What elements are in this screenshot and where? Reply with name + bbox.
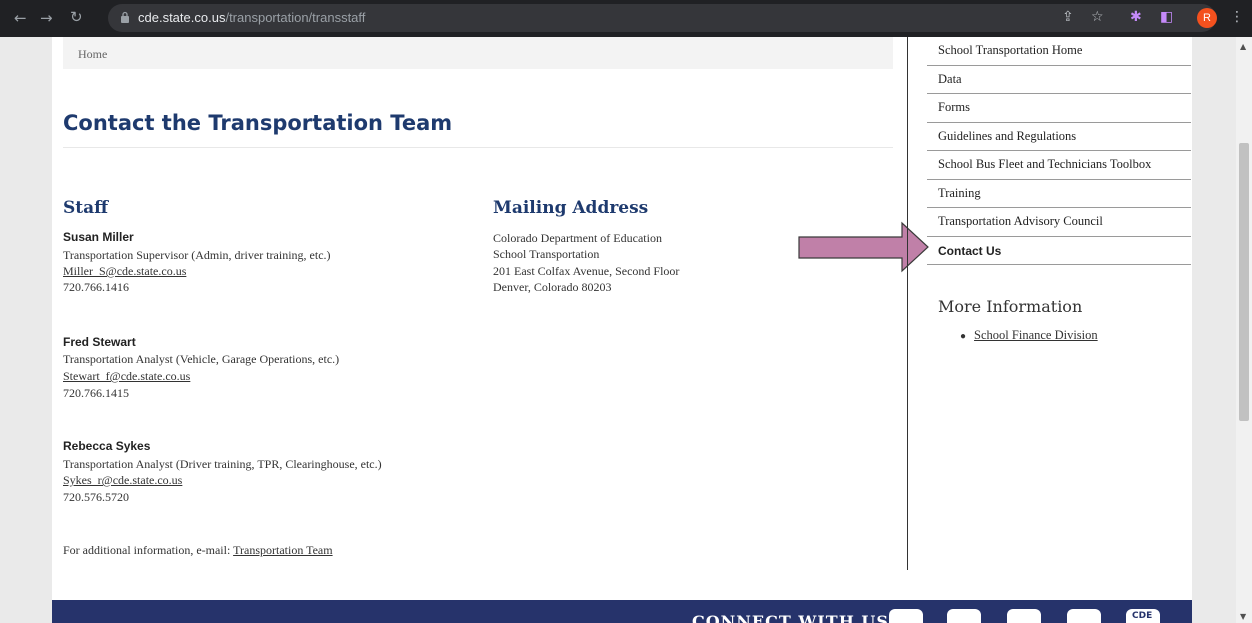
page-title: Contact the Transportation Team <box>63 111 453 135</box>
staff-name: Fred Stewart <box>63 335 136 349</box>
share-icon[interactable]: ⇪ <box>1062 9 1074 25</box>
star-icon[interactable]: ☆ <box>1091 9 1104 25</box>
browser-toolbar: ← → ↻ cde.state.co.us/transportation/tra… <box>0 0 1252 37</box>
title-divider <box>63 147 893 148</box>
more-info-heading: More Information <box>938 297 1083 316</box>
menu-icon[interactable]: ⋮ <box>1230 9 1244 25</box>
reload-icon[interactable]: ↻ <box>70 8 83 26</box>
facebook-icon[interactable] <box>947 609 981 623</box>
scroll-down-icon[interactable]: ▼ <box>1240 612 1246 621</box>
twitter-icon[interactable] <box>889 609 923 623</box>
avatar[interactable]: R <box>1197 8 1217 28</box>
breadcrumb-home[interactable]: Home <box>78 47 107 62</box>
staff-role: Transportation Supervisor (Admin, driver… <box>63 248 331 262</box>
sidebar-item-fleet-toolbox[interactable]: School Bus Fleet and Technicians Toolbox <box>927 151 1191 180</box>
staff-email-link[interactable]: Stewart_f@cde.state.co.us <box>63 368 190 384</box>
sidepanel-icon[interactable]: ◧ <box>1160 9 1173 25</box>
mailing-line: School Transportation <box>493 247 600 261</box>
staff-role: Transportation Analyst (Vehicle, Garage … <box>63 352 340 366</box>
scroll-up-icon[interactable]: ▲ <box>1240 42 1246 51</box>
staff-name: Rebecca Sykes <box>63 439 151 453</box>
lock-icon <box>121 11 129 23</box>
email-icon[interactable] <box>1067 609 1101 623</box>
forward-icon[interactable]: → <box>40 9 53 27</box>
mailing-line: Denver, Colorado 80203 <box>493 280 612 294</box>
staff-email-link[interactable]: Sykes_r@cde.state.co.us <box>63 472 182 488</box>
scrollbar-thumb[interactable] <box>1239 143 1249 421</box>
extensions-icon[interactable]: ✱ <box>1130 9 1142 25</box>
sidebar-item-advisory-council[interactable]: Transportation Advisory Council <box>927 208 1191 237</box>
sidebar-item-school-transportation-home[interactable]: School Transportation Home <box>927 37 1191 66</box>
staff-phone: 720.766.1415 <box>63 386 129 400</box>
sidebar-item-training[interactable]: Training <box>927 180 1191 208</box>
connect-heading: CONNECT WITH US <box>692 612 889 623</box>
page-margin-left <box>0 37 52 623</box>
breadcrumb: Home <box>63 37 893 69</box>
staff-email-link[interactable]: Miller_S@cde.state.co.us <box>63 263 186 279</box>
additional-info: For additional information, e-mail: Tran… <box>63 543 333 557</box>
staff-heading: Staff <box>63 198 109 218</box>
staff-phone: 720.766.1416 <box>63 280 129 294</box>
linkedin-icon[interactable] <box>1007 609 1041 623</box>
bullet-icon: ● <box>960 331 967 342</box>
school-finance-link[interactable]: School Finance Division <box>974 328 1098 342</box>
staff-role: Transportation Analyst (Driver training,… <box>63 457 382 471</box>
sidebar-nav: School Transportation Home Data Forms Gu… <box>927 37 1191 265</box>
sidebar-item-data[interactable]: Data <box>927 66 1191 94</box>
url-text: cde.state.co.us/transportation/transstaf… <box>138 10 366 25</box>
pointer-arrow-icon <box>798 221 929 273</box>
sidebar-item-contact-us[interactable]: Contact Us <box>927 237 1191 265</box>
mailing-line: 201 East Colfax Avenue, Second Floor <box>493 264 680 278</box>
mailing-line: Colorado Department of Education <box>493 231 662 245</box>
cde-icon-label: CDE <box>1132 611 1153 621</box>
staff-phone: 720.576.5720 <box>63 490 129 504</box>
more-info-item: ● School Finance Division <box>960 328 1098 343</box>
sidebar-item-guidelines[interactable]: Guidelines and Regulations <box>927 123 1191 151</box>
address-bar[interactable]: cde.state.co.us/transportation/transstaf… <box>108 4 1216 32</box>
sidebar-item-forms[interactable]: Forms <box>927 94 1191 123</box>
sidebar-divider <box>907 37 908 570</box>
transportation-team-link[interactable]: Transportation Team <box>233 543 333 557</box>
page-margin-right <box>1192 37 1236 623</box>
back-icon[interactable]: ← <box>14 9 27 27</box>
staff-name: Susan Miller <box>63 230 134 244</box>
mailing-heading: Mailing Address <box>493 198 649 218</box>
